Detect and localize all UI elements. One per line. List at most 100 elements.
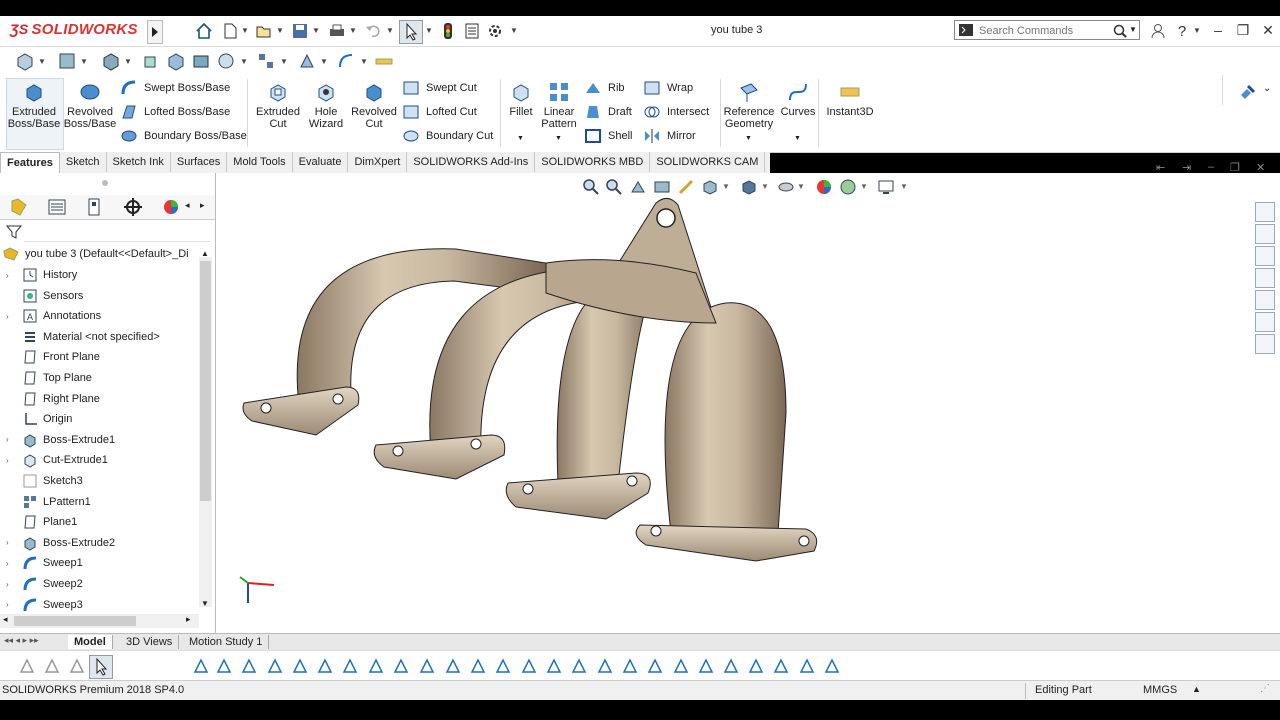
chevron-down-icon[interactable]: ▼ bbox=[722, 182, 730, 191]
filter-edges-icon[interactable] bbox=[68, 657, 86, 675]
horizontal-scrollbar[interactable]: ◂ ▸ bbox=[0, 614, 199, 628]
tree-item[interactable]: Top Plane bbox=[0, 368, 205, 388]
forum-icon[interactable] bbox=[1255, 334, 1275, 354]
property-manager-icon[interactable] bbox=[46, 197, 68, 217]
chevron-down-icon[interactable]: ⌄ bbox=[1263, 83, 1271, 94]
configuration-manager-icon[interactable] bbox=[84, 197, 106, 217]
chevron-down-icon[interactable]: ▼ bbox=[241, 26, 249, 35]
chevron-down-icon[interactable]: ▼ bbox=[425, 26, 433, 35]
chevron-down-icon[interactable]: ▼ bbox=[510, 26, 518, 35]
box-front-icon[interactable] bbox=[141, 51, 161, 71]
filter-icon[interactable] bbox=[18, 657, 36, 675]
expand-arrow-icon[interactable]: › bbox=[6, 559, 16, 568]
lofted-boss-button[interactable]: Lofted Boss/Base bbox=[120, 102, 230, 122]
view-settings-icon[interactable] bbox=[877, 178, 895, 196]
view-orientation-icon[interactable] bbox=[701, 178, 719, 196]
help-icon[interactable]: ? bbox=[1173, 22, 1191, 40]
display-manager-icon[interactable] bbox=[160, 197, 182, 217]
draft-button[interactable]: Draft bbox=[584, 102, 632, 122]
feature-manager-icon[interactable] bbox=[8, 197, 30, 217]
filter-field[interactable] bbox=[24, 223, 210, 242]
tab-sketch[interactable]: Sketch bbox=[60, 152, 107, 172]
previous-view-icon[interactable] bbox=[629, 178, 647, 196]
tree-item[interactable]: Sketch3 bbox=[0, 471, 205, 491]
display-style-icon[interactable] bbox=[740, 178, 758, 196]
dimension-icon[interactable] bbox=[772, 657, 790, 675]
chevron-down-icon[interactable]: ▼ bbox=[312, 26, 320, 35]
hole-wizard-button[interactable]: Hole Wizard bbox=[303, 80, 349, 130]
chevron-up-icon[interactable]: ▲ bbox=[1192, 684, 1201, 694]
view-palette-icon[interactable] bbox=[1255, 268, 1275, 288]
tree-item[interactable]: Front Plane bbox=[0, 347, 205, 367]
circle-icon[interactable] bbox=[418, 657, 436, 675]
scroll-up-icon[interactable]: ▲ bbox=[201, 249, 209, 258]
curve-icon[interactable] bbox=[336, 51, 356, 71]
restore-icon[interactable]: ❐ bbox=[1230, 161, 1240, 174]
measure-icon[interactable] bbox=[374, 51, 394, 71]
box-top-icon[interactable] bbox=[191, 51, 211, 71]
table-icon[interactable] bbox=[823, 657, 841, 675]
section-view-icon[interactable] bbox=[101, 51, 121, 71]
tree-item[interactable]: › Sweep1 bbox=[0, 553, 205, 573]
instant3d-button[interactable]: Instant3D bbox=[824, 80, 876, 118]
tree-item[interactable]: Material <not specified> bbox=[0, 327, 205, 347]
tab-dimxpert[interactable]: DimXpert bbox=[348, 152, 408, 172]
point-icon[interactable] bbox=[316, 657, 334, 675]
tab-addins[interactable]: SOLIDWORKS Add-Ins bbox=[407, 152, 536, 172]
datum-icon[interactable] bbox=[570, 657, 588, 675]
scroll-right-icon[interactable]: ▸ bbox=[186, 614, 191, 625]
expand-arrow-icon[interactable]: › bbox=[6, 538, 16, 547]
chevron-down-icon[interactable]: ▼ bbox=[80, 57, 88, 66]
filter-vertices-icon[interactable] bbox=[43, 657, 61, 675]
tree-item[interactable]: Origin bbox=[0, 409, 205, 429]
minimize-icon[interactable]: – bbox=[1208, 161, 1214, 173]
line-icon[interactable] bbox=[291, 657, 309, 675]
section-view-icon[interactable] bbox=[653, 178, 671, 196]
status-units[interactable]: MMGS bbox=[1143, 684, 1177, 696]
extrude-icon[interactable] bbox=[266, 657, 284, 675]
revolved-cut-button[interactable]: Revolved Cut bbox=[350, 80, 398, 130]
chevron-down-icon[interactable]: ▼ bbox=[276, 26, 284, 35]
expand-arrow-icon[interactable]: › bbox=[6, 435, 16, 444]
part-model[interactable] bbox=[216, 173, 1280, 633]
expand-arrow-icon[interactable]: › bbox=[6, 456, 16, 465]
chevron-down-icon[interactable]: ▼ bbox=[349, 26, 357, 35]
file-properties-icon[interactable] bbox=[463, 22, 481, 40]
tolerance-icon[interactable] bbox=[545, 657, 563, 675]
expand-arrow-icon[interactable]: › bbox=[6, 312, 16, 321]
chevron-down-icon[interactable]: ▼ bbox=[1129, 25, 1137, 34]
line-icon[interactable] bbox=[367, 657, 385, 675]
tree-item[interactable]: › Boss-Extrude2 bbox=[0, 533, 205, 553]
tree-item[interactable]: › Sweep2 bbox=[0, 574, 205, 594]
hide-show-icon[interactable] bbox=[256, 51, 276, 71]
expand-arrow-icon[interactable]: › bbox=[6, 580, 16, 589]
search-input[interactable] bbox=[977, 22, 1111, 40]
edit-appearance-icon[interactable] bbox=[297, 51, 317, 71]
file-explorer-icon[interactable] bbox=[1255, 246, 1275, 266]
wrap-button[interactable]: Wrap bbox=[643, 78, 693, 98]
home-icon[interactable] bbox=[1255, 202, 1275, 222]
plane-icon[interactable] bbox=[215, 657, 233, 675]
new-document-icon[interactable] bbox=[221, 22, 239, 40]
shell-button[interactable]: Shell bbox=[584, 126, 632, 146]
chevron-down-icon[interactable]: ▼ bbox=[386, 26, 394, 35]
chevron-down-icon[interactable]: ▼ bbox=[797, 182, 805, 191]
expand-arrow-icon[interactable]: › bbox=[6, 271, 16, 280]
search-commands-box[interactable]: ▼ bbox=[954, 20, 1140, 40]
boundary-boss-button[interactable]: Boundary Boss/Base bbox=[120, 126, 247, 146]
expand-arrow-icon[interactable]: › bbox=[6, 600, 16, 609]
weld-icon[interactable] bbox=[621, 657, 639, 675]
tree-item[interactable]: Sensors bbox=[0, 286, 205, 306]
zoom-area-icon[interactable] bbox=[605, 178, 623, 196]
tab-cam[interactable]: SOLIDWORKS CAM bbox=[650, 152, 766, 172]
mirror-button[interactable]: Mirror bbox=[643, 126, 696, 146]
undo-icon[interactable] bbox=[364, 22, 382, 40]
area-icon[interactable] bbox=[672, 657, 690, 675]
tab-model[interactable]: Model bbox=[68, 635, 113, 649]
scrollbar-thumb[interactable] bbox=[14, 616, 136, 626]
tree-item[interactable]: › Boss-Extrude1 bbox=[0, 430, 205, 450]
graphics-area[interactable]: ⇤ ⇥ – ❐ ✕ bbox=[216, 161, 1280, 633]
tab-evaluate[interactable]: Evaluate bbox=[293, 152, 349, 172]
tab-mbd[interactable]: SOLIDWORKS MBD bbox=[535, 152, 651, 172]
scroll-right-icon[interactable]: ▸ bbox=[200, 200, 205, 211]
